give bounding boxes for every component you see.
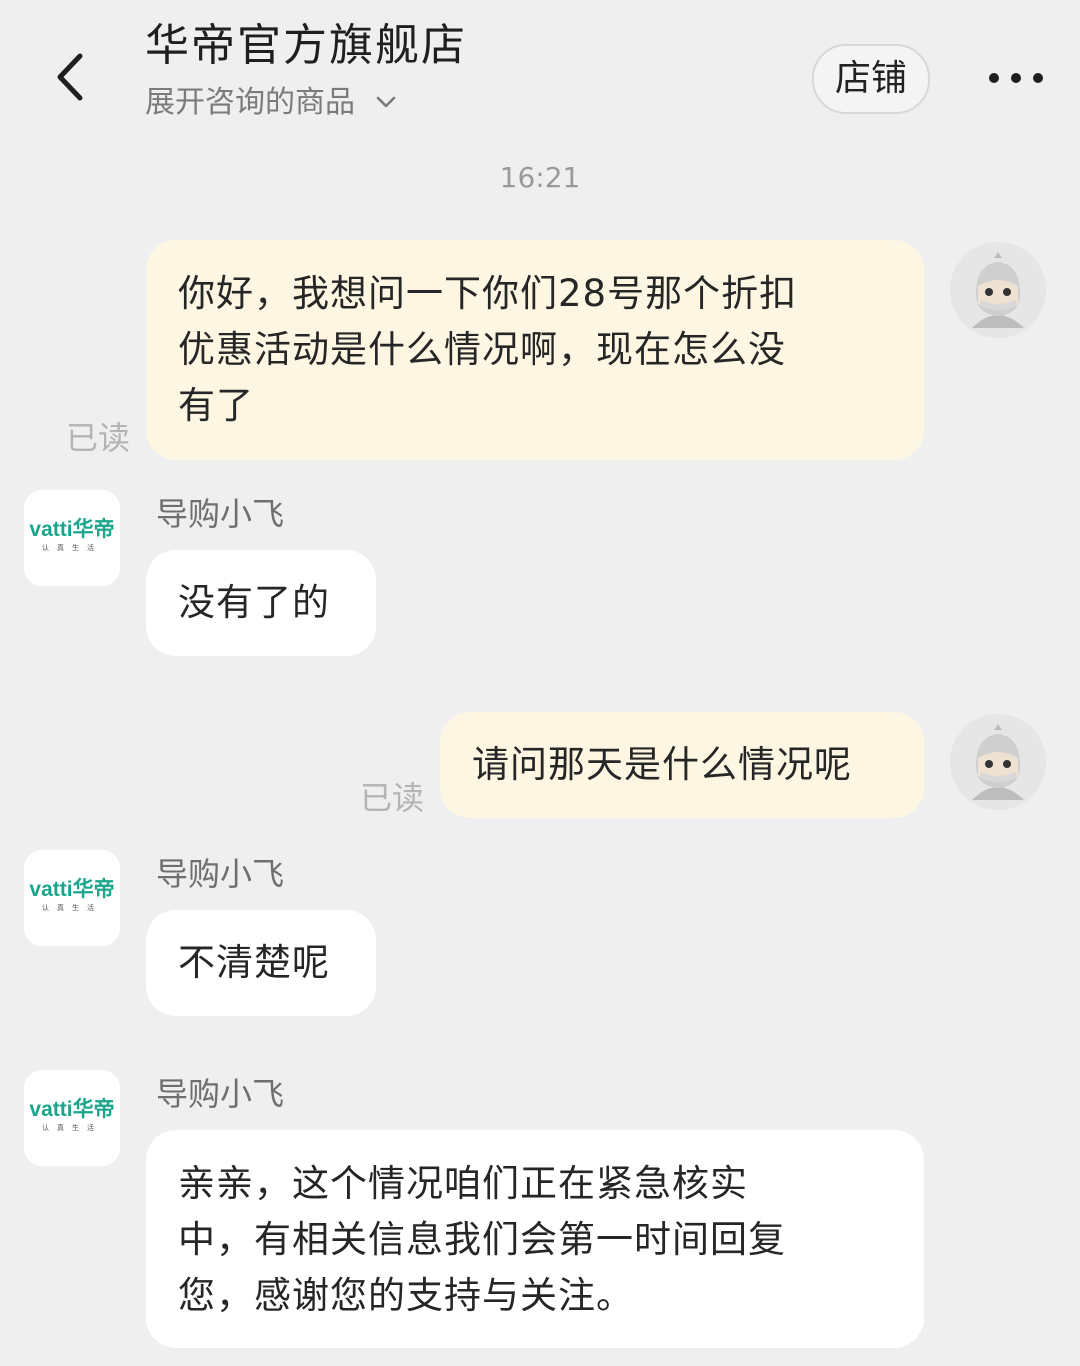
read-status: 已读 (360, 779, 425, 817)
expand-products-toggle[interactable]: 展开咨询的商品 (145, 82, 397, 124)
sender-name: 导购小飞 (156, 495, 285, 533)
chevron-down-icon (376, 96, 395, 107)
shop-logo: vatti华帝 (29, 1098, 115, 1121)
more-button[interactable] (980, 58, 1052, 98)
read-status: 已读 (66, 419, 131, 457)
sender-name: 导购小飞 (156, 855, 285, 893)
shop-logo-tagline: 认真生活 (42, 904, 102, 912)
user-avatar-icon (950, 242, 1046, 338)
message-timestamp: 16:21 (499, 161, 581, 194)
shop-logo: vatti华帝 (29, 878, 115, 901)
back-button[interactable] (40, 40, 110, 114)
store-name: 华帝官方旗舰店 (145, 20, 467, 71)
shop-avatar[interactable]: vatti华帝 认真生活 (24, 1070, 120, 1166)
shop-avatar[interactable]: vatti华帝 认真生活 (24, 490, 120, 586)
more-dots-icon (989, 73, 1043, 83)
shop-message-bubble[interactable]: 亲亲，这个情况咱们正在紧急核实 中，有相关信息我们会第一时间回复 您，感谢您的支… (146, 1130, 924, 1348)
my-message-bubble[interactable]: 你好，我想问一下你们28号那个折扣 优惠活动是什么情况啊，现在怎么没 有了 (146, 240, 924, 460)
user-avatar[interactable] (950, 242, 1046, 338)
user-avatar-icon (950, 714, 1046, 810)
back-arrow-icon (57, 53, 83, 101)
user-avatar[interactable] (950, 714, 1046, 810)
shop-button[interactable]: 店铺 (812, 44, 930, 114)
shop-logo: vatti华帝 (29, 518, 115, 541)
shop-avatar[interactable]: vatti华帝 认真生活 (24, 850, 120, 946)
shop-message-bubble[interactable]: 不清楚呢 (146, 910, 376, 1016)
expand-products-label: 展开咨询的商品 (145, 85, 355, 120)
shop-logo-tagline: 认真生活 (42, 1124, 102, 1132)
sender-name: 导购小飞 (156, 1075, 285, 1113)
chat-header: 华帝官方旗舰店 展开咨询的商品 店铺 (0, 0, 1080, 140)
my-message-bubble[interactable]: 请问那天是什么情况呢 (440, 712, 924, 818)
shop-message-bubble[interactable]: 没有了的 (146, 550, 376, 656)
shop-logo-tagline: 认真生活 (42, 544, 102, 552)
